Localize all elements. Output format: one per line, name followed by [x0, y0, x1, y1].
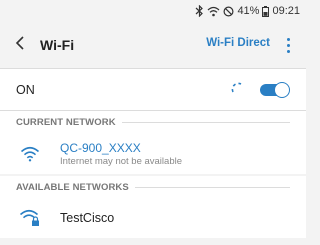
current-network-text: QC-900_XXXX Internet may not be availabl…: [60, 141, 182, 167]
more-options-button[interactable]: [278, 30, 298, 60]
available-networks-header: AVAILABLE NETWORKS: [0, 176, 306, 198]
chevron-left-icon: [15, 35, 25, 55]
do-not-disturb-icon: [223, 5, 234, 17]
more-vertical-icon: [286, 37, 290, 41]
section-header-label: CURRENT NETWORK: [16, 116, 116, 128]
switch-thumb: [274, 82, 290, 98]
app-bar: Wi-Fi Wi-Fi Direct: [0, 22, 306, 68]
section-header-label: AVAILABLE NETWORKS: [16, 181, 129, 193]
wifi-settings-screen: 41% 09:21 Wi-Fi Wi-Fi Direct ON CURRENT …: [0, 0, 306, 245]
bluetooth-icon: [195, 5, 204, 17]
wifi-toggle-label: ON: [16, 82, 35, 97]
current-network-item[interactable]: QC-900_XXXX Internet may not be availabl…: [0, 133, 306, 174]
wifi-signal-icon: [207, 6, 220, 17]
wifi-toggle-switch[interactable]: [258, 82, 290, 98]
current-network-section: CURRENT NETWORK QC-900_XXXX Internet may…: [0, 111, 306, 174]
section-rule: [134, 186, 290, 188]
battery-icon: [262, 5, 270, 17]
wifi-lock-icon: [0, 209, 60, 227]
current-network-name: QC-900_XXXX: [60, 140, 141, 155]
scanning-spinner-icon: [230, 81, 246, 102]
wifi-toggle-row[interactable]: ON: [0, 69, 306, 110]
status-bar: 41% 09:21: [0, 0, 306, 22]
more-vertical-dot: [286, 49, 290, 53]
section-rule: [121, 121, 290, 123]
current-network-status: Internet may not be available: [60, 155, 182, 167]
battery-percent: 41%: [237, 5, 260, 17]
more-vertical-dot: [286, 43, 290, 47]
available-network-name: TestCisco: [60, 211, 115, 225]
clock: 09:21: [272, 5, 300, 17]
wifi-direct-button[interactable]: Wi-Fi Direct: [206, 37, 270, 49]
current-network-header: CURRENT NETWORK: [0, 111, 306, 133]
back-button[interactable]: [0, 22, 40, 68]
available-networks-section: AVAILABLE NETWORKS TestCisco: [0, 176, 306, 238]
wifi-signal-full-icon: [0, 146, 60, 162]
available-network-item[interactable]: TestCisco: [0, 198, 306, 238]
page-title: Wi-Fi: [40, 37, 75, 53]
